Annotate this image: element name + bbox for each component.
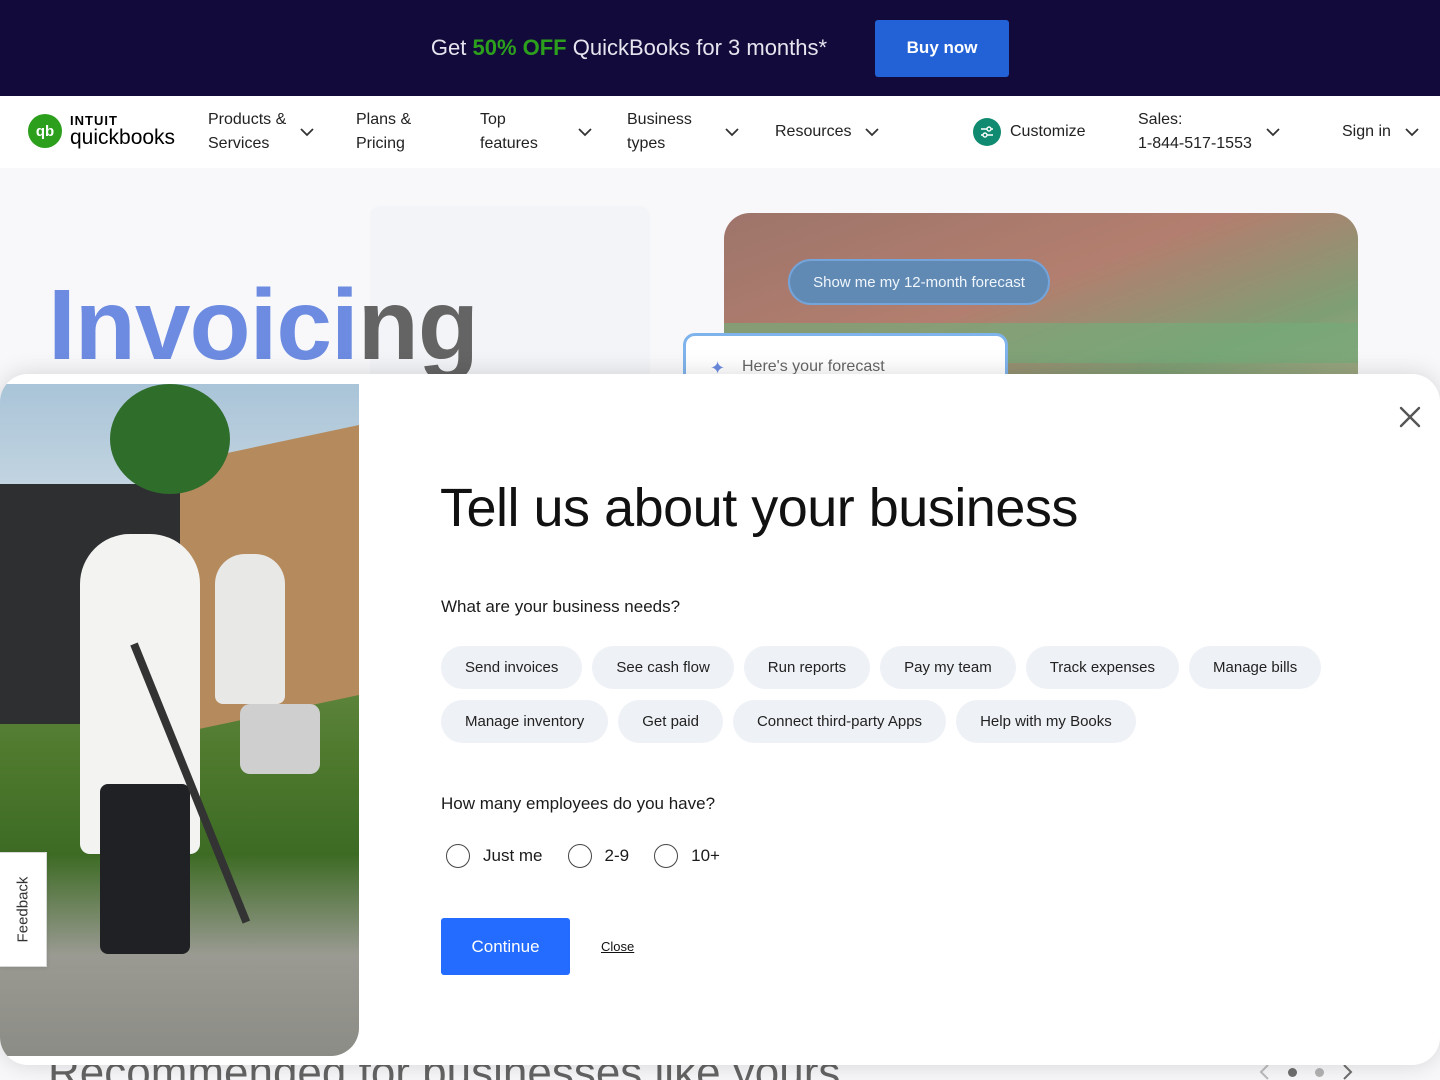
nav-label: Resources [775,123,852,140]
nav-label: Pricing [356,135,405,152]
nav-sales-phone[interactable]: Sales: 1-844-517-1553 [1138,108,1280,156]
radio-label: 2-9 [604,846,630,865]
chip-manage-bills[interactable]: Manage bills [1189,646,1322,689]
chevron-down-icon [725,128,739,137]
modal-photo [0,384,359,1056]
nav-label: Top [480,111,506,128]
logo-quickbooks-text: quickbooks [70,126,176,149]
chip-get-paid[interactable]: Get paid [618,700,723,743]
nav-sign-in[interactable]: Sign in [1342,120,1419,144]
nav-business-types[interactable]: Business types [627,108,739,156]
sales-label: Sales: [1138,111,1183,128]
nav-label: features [480,135,538,152]
qb-logo-icon: qb [28,114,62,148]
needs-chip-group: Send invoices See cash flow Run reports … [441,646,1401,743]
nav-label: types [627,135,666,152]
feedback-tab[interactable]: Feedback [0,852,47,967]
promo-suffix: QuickBooks for 3 months* [566,35,828,60]
chip-pay-my-team[interactable]: Pay my team [880,646,1016,689]
nav-resources[interactable]: Resources [775,120,880,144]
modal-title: Tell us about your business [440,478,1078,538]
promo-highlight: 50% OFF [472,35,567,60]
chip-run-reports[interactable]: Run reports [743,646,871,689]
nav-label: Plans & [356,111,412,128]
close-link[interactable]: Close [601,939,634,954]
chip-help-with-books[interactable]: Help with my Books [956,700,1136,743]
sign-in-label: Sign in [1342,123,1391,140]
promo-text: Get 50% OFF QuickBooks for 3 months* [431,35,827,61]
employees-question: How many employees do you have? [441,794,716,813]
chevron-down-icon [300,128,314,137]
radio-circle[interactable] [446,844,470,868]
nav-label: Products & [208,111,287,128]
radio-2-9[interactable]: 2-9 [567,844,630,868]
promo-prefix: Get [430,35,473,60]
feedback-label: Feedback [14,876,32,943]
needs-question: What are your business needs? [441,597,681,616]
business-survey-modal: Tell us about your business What are you… [0,374,1440,1065]
chip-see-cash-flow[interactable]: See cash flow [592,646,734,689]
buy-now-button[interactable]: Buy now [875,19,1010,77]
sales-phone: 1-844-517-1553 [1138,135,1252,152]
chevron-down-icon [1266,128,1280,137]
customize-label: Customize [1010,123,1086,140]
chip-manage-inventory[interactable]: Manage inventory [441,700,609,743]
radio-label: Just me [483,846,543,865]
radio-just-me[interactable]: Just me [446,844,543,868]
top-navigation: qb INTUIT quickbooks Products & Services … [0,96,1440,168]
continue-button[interactable]: Continue [441,918,570,975]
chevron-down-icon [578,128,592,137]
chip-connect-apps[interactable]: Connect third-party Apps [732,700,947,743]
chevron-down-icon [865,128,880,137]
quickbooks-logo[interactable]: qb INTUIT quickbooks [28,114,175,148]
chip-send-invoices[interactable]: Send invoices [441,646,583,689]
close-icon[interactable] [1394,401,1426,433]
radio-circle[interactable] [654,844,679,868]
chevron-down-icon [1405,128,1419,137]
employees-radio-group: Just me 2-9 10+ [446,844,745,868]
nav-plans-pricing[interactable]: Plans & Pricing [356,108,411,156]
radio-label: 10+ [691,846,720,865]
radio-circle[interactable] [567,844,592,868]
nav-label: Services [208,135,270,152]
sliders-icon [973,118,1001,146]
chip-track-expenses[interactable]: Track expenses [1025,646,1180,689]
customize-button[interactable]: Customize [973,118,1086,146]
promo-banner: Get 50% OFF QuickBooks for 3 months* Buy… [0,0,1440,96]
radio-10-plus[interactable]: 10+ [654,844,720,868]
nav-products-services[interactable]: Products & Services [208,108,314,156]
nav-label: Business [627,111,692,128]
nav-top-features[interactable]: Top features [480,108,592,156]
